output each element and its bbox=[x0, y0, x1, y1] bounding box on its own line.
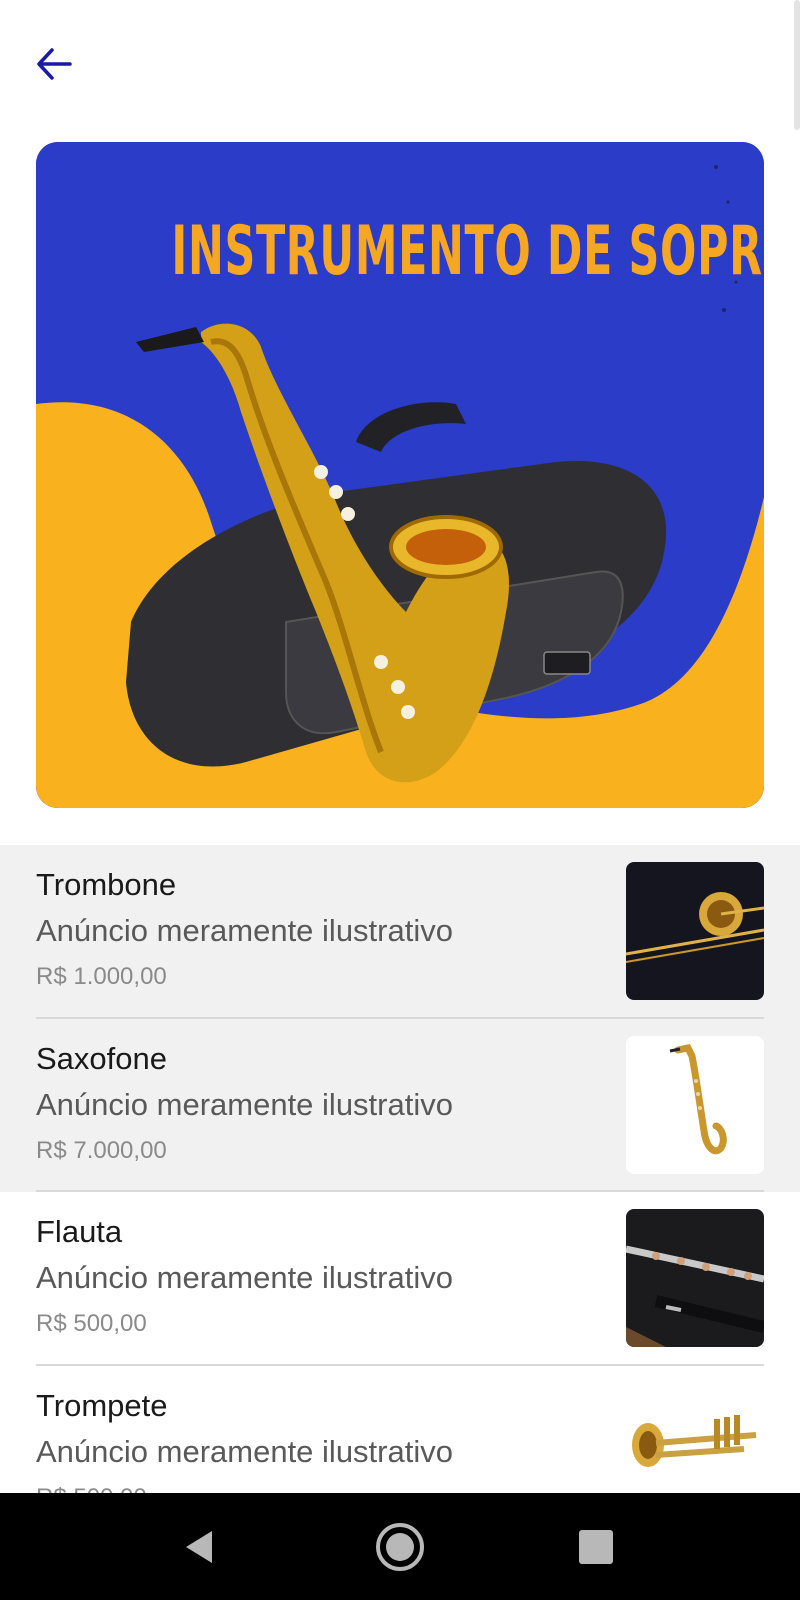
product-name: Trompete bbox=[36, 1387, 168, 1423]
saxophone-image[interactable] bbox=[626, 1035, 764, 1174]
product-description: Anúncio meramente ilustrativo bbox=[36, 913, 453, 948]
scrollbar[interactable] bbox=[794, 0, 800, 130]
list-item[interactable]: Trombone Anúncio meramente ilustrativo R… bbox=[0, 845, 800, 1019]
flute-image[interactable] bbox=[626, 1209, 764, 1347]
list-item[interactable]: Flauta Anúncio meramente ilustrativo R$ … bbox=[0, 1192, 800, 1366]
triangle-back-icon bbox=[186, 1531, 212, 1563]
list-item[interactable]: Trompete Anúncio meramente ilustrativo R… bbox=[0, 1365, 800, 1494]
product-name: Trombone bbox=[36, 867, 177, 902]
promo-banner[interactable]: INSTRUMENTO DE SOPRO bbox=[36, 142, 764, 808]
product-price: R$ 7.000,00 bbox=[36, 1136, 167, 1164]
list-item[interactable]: Saxofone Anúncio meramente ilustrativo R… bbox=[0, 1018, 800, 1192]
product-description: Anúncio meramente ilustrativo bbox=[36, 1260, 453, 1295]
product-name: Flauta bbox=[36, 1214, 123, 1249]
banner-title: INSTRUMENTO DE SOPRO bbox=[171, 212, 764, 291]
nav-home-button[interactable] bbox=[372, 1519, 428, 1575]
product-price: R$ 500,00 bbox=[36, 1484, 147, 1494]
product-name: Saxofone bbox=[36, 1040, 167, 1076]
nav-back-button[interactable] bbox=[172, 1519, 228, 1575]
arrow-left-icon bbox=[37, 48, 72, 80]
nav-recents-button[interactable] bbox=[568, 1519, 624, 1575]
product-description: Anúncio meramente ilustrativo bbox=[36, 1086, 453, 1122]
product-description: Anúncio meramente ilustrativo bbox=[36, 1433, 453, 1469]
system-navigation-bar bbox=[0, 1493, 800, 1600]
product-price: R$ 1.000,00 bbox=[36, 963, 167, 990]
square-recents-icon bbox=[579, 1530, 613, 1564]
product-price: R$ 500,00 bbox=[36, 1310, 147, 1337]
trombone-image[interactable] bbox=[626, 862, 764, 1000]
product-list[interactable]: Trombone Anúncio meramente ilustrativo R… bbox=[0, 845, 800, 1493]
trumpet-image[interactable] bbox=[626, 1382, 764, 1493]
back-button[interactable] bbox=[30, 40, 78, 88]
circle-home-icon bbox=[376, 1523, 424, 1571]
